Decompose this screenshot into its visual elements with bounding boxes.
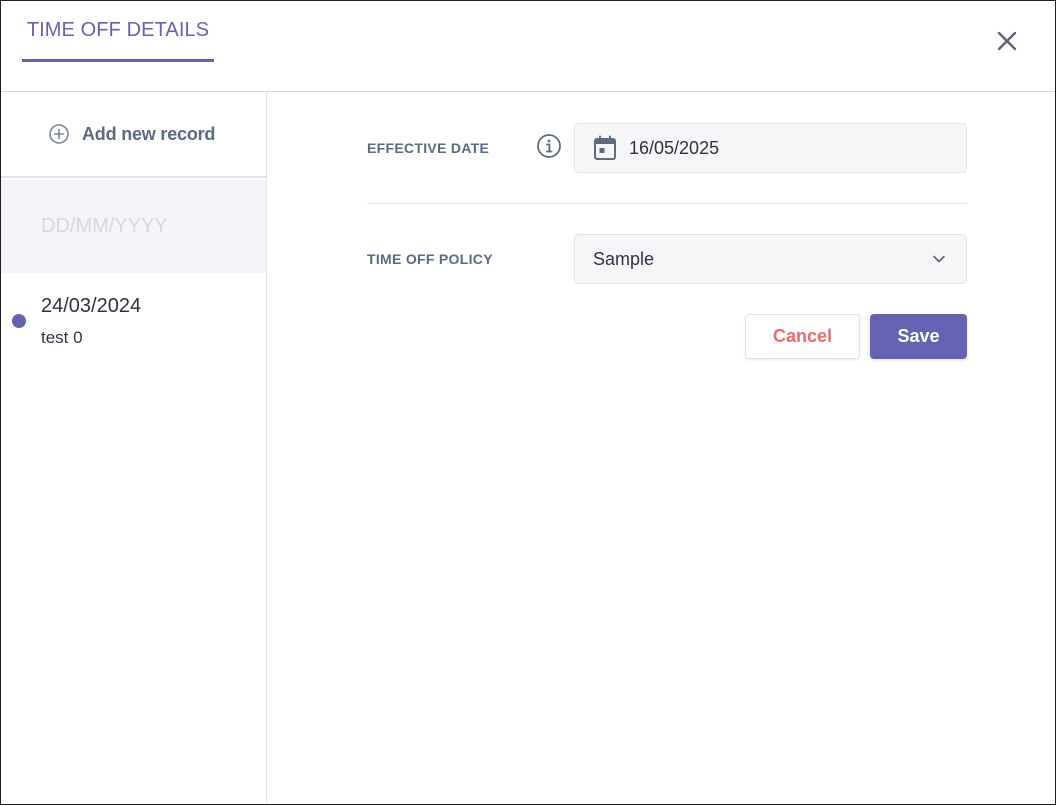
time-off-details-dialog: TIME OFF DETAILS Add new record DD/MM/YY… xyxy=(0,0,1056,805)
time-off-policy-label: TIME OFF POLICY xyxy=(367,251,493,267)
time-off-policy-select[interactable]: Sample xyxy=(574,234,967,284)
close-icon xyxy=(997,31,1017,51)
record-date: 24/03/2024 xyxy=(41,295,142,317)
effective-date-value: 16/05/2025 xyxy=(629,137,720,158)
record-status-dot xyxy=(12,314,26,328)
plus-circle-icon xyxy=(49,124,69,144)
tab-time-off-details[interactable]: TIME OFF DETAILS xyxy=(22,1,214,62)
dialog-header: TIME OFF DETAILS xyxy=(1,1,1055,92)
time-off-policy-value: Sample xyxy=(593,248,655,269)
chevron-down-icon xyxy=(933,255,945,263)
save-button[interactable]: Save xyxy=(870,314,967,359)
info-icon[interactable] xyxy=(536,133,562,159)
draft-record-row[interactable]: DD/MM/YYYY xyxy=(1,180,266,273)
add-new-record-label: Add new record xyxy=(82,123,216,144)
draft-date-placeholder: DD/MM/YYYY xyxy=(41,215,168,237)
form-divider xyxy=(367,203,967,204)
records-sidebar: Add new record DD/MM/YYYY 24/03/2024 tes… xyxy=(1,92,267,804)
record-form: EFFECTIVE DATE 16/05/2025 TIME OFF POLIC… xyxy=(268,92,1055,804)
calendar-icon xyxy=(594,135,616,160)
cancel-button[interactable]: Cancel xyxy=(745,314,860,359)
effective-date-input[interactable]: 16/05/2025 xyxy=(574,123,967,173)
dialog-title: TIME OFF DETAILS xyxy=(26,18,210,41)
record-name: test 0 xyxy=(41,328,83,347)
add-new-record-button[interactable]: Add new record xyxy=(1,92,266,178)
cancel-button-label: Cancel xyxy=(772,326,833,346)
save-button-label: Save xyxy=(897,326,940,346)
close-button[interactable] xyxy=(993,27,1021,55)
effective-date-label: EFFECTIVE DATE xyxy=(367,140,490,156)
record-list-item[interactable]: 24/03/2024 test 0 xyxy=(1,273,266,363)
